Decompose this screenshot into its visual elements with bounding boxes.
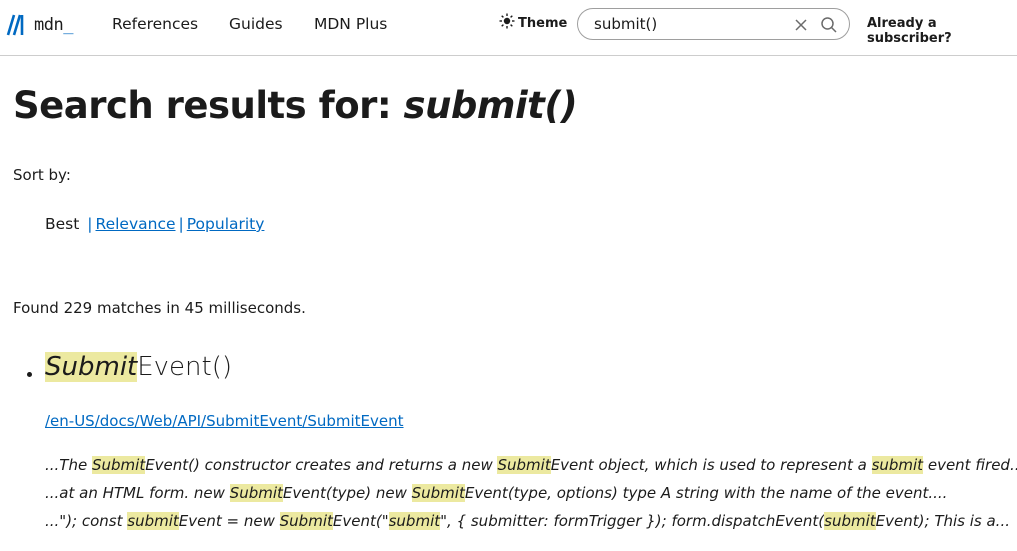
result-excerpt: ...at an HTML form. new SubmitEvent(type… — [45, 484, 947, 502]
excerpt-text: Event object, which is used to represent… — [550, 456, 872, 474]
excerpt-text: Event() constructor creates and returns … — [145, 456, 498, 474]
nav-guides[interactable]: Guides — [229, 15, 283, 33]
excerpt-text: Event); This is a... — [875, 512, 1010, 530]
result-url-link[interactable]: /en-US/docs/Web/API/SubmitEvent/SubmitEv… — [45, 412, 404, 430]
search-box — [577, 8, 850, 40]
excerpt-highlight: Submit — [91, 456, 146, 474]
excerpt-text: Event(" — [332, 512, 389, 530]
excerpt-highlight: Submit — [279, 512, 333, 530]
excerpt-text: Event(type) new — [282, 484, 412, 502]
nav-references[interactable]: References — [112, 15, 198, 33]
excerpt-text: ..."); const — [45, 512, 128, 530]
result-excerpt: ...The SubmitEvent() constructor creates… — [45, 456, 1017, 474]
excerpt-highlight: submit — [127, 512, 179, 530]
mdn-logo-icon — [6, 13, 30, 37]
sort-separator: | — [87, 215, 93, 233]
nav-mdn-plus[interactable]: MDN Plus — [314, 15, 387, 33]
result-title-link[interactable]: SubmitEvent() — [45, 352, 232, 382]
excerpt-highlight: submit — [388, 512, 441, 530]
results-count: Found 229 matches in 45 milliseconds. — [13, 299, 306, 317]
list-bullet — [27, 372, 32, 377]
result-excerpt: ..."); const submitEvent = new SubmitEve… — [45, 512, 1010, 530]
excerpt-text: ...at an HTML form. new — [45, 484, 230, 502]
theme-button[interactable]: Theme — [499, 13, 567, 33]
sort-relevance-link[interactable]: Relevance — [96, 215, 176, 233]
sun-icon — [499, 13, 518, 33]
excerpt-text: ", { submitter: formTrigger }); form.dis… — [440, 512, 825, 530]
logo-text: mdn — [34, 15, 64, 35]
search-icon[interactable] — [820, 16, 838, 38]
theme-label: Theme — [518, 15, 568, 31]
sort-separator: | — [178, 215, 184, 233]
excerpt-highlight: Submit — [497, 456, 551, 474]
top-navigation: mdn _ References Guides MDN Plus Theme s… — [0, 0, 1017, 56]
sort-popularity-link[interactable]: Popularity — [187, 215, 265, 233]
result-title-rest: Event() — [137, 352, 233, 382]
title-prefix: Search results for: — [13, 84, 404, 127]
search-input[interactable] — [594, 14, 784, 34]
sort-label: Sort by: — [13, 166, 71, 184]
mdn-logo[interactable]: mdn _ — [6, 11, 73, 39]
page-title: Search results for: submit() — [13, 84, 578, 127]
logo-underscore: _ — [63, 15, 74, 35]
result-title-highlight: Submit — [45, 352, 138, 382]
excerpt-highlight: Submit — [229, 484, 283, 502]
title-query: submit() — [403, 84, 578, 127]
excerpt-text: Event(type, options) type A string with … — [464, 484, 948, 502]
excerpt-text: Event = new — [178, 512, 280, 530]
clear-icon[interactable] — [794, 17, 808, 36]
excerpt-text: ...The — [45, 456, 92, 474]
excerpt-highlight: submit — [824, 512, 876, 530]
sort-best: Best — [45, 215, 80, 233]
excerpt-text: event fired... — [923, 456, 1017, 474]
excerpt-highlight: submit — [871, 456, 924, 474]
excerpt-highlight: Submit — [411, 484, 465, 502]
sort-options: Best | Relevance | Popularity — [45, 215, 264, 233]
subscriber-login-link[interactable]: Already a subscriber? — [867, 16, 1017, 46]
